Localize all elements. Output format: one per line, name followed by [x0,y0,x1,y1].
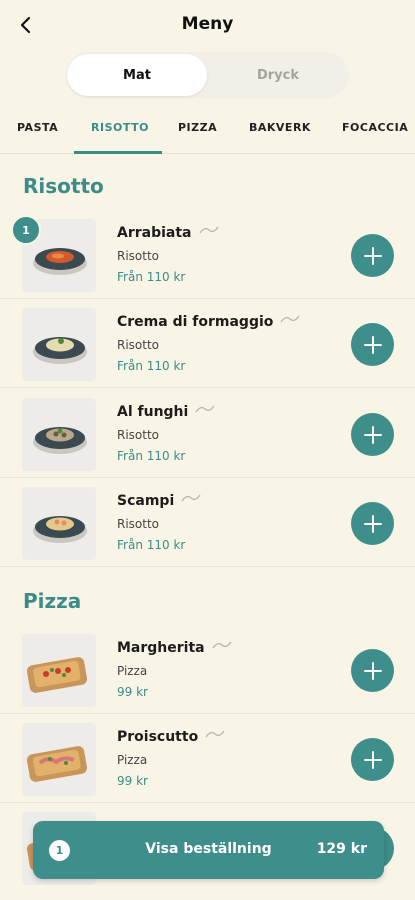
header: Meny [0,0,415,52]
name-row: Arrabiata [117,225,219,241]
item-price: Från 110 kr [117,270,186,284]
tab-pasta[interactable]: PASTA [17,121,58,134]
category-tabs: PASTA RISOTTO PIZZA BAKVERK FOCACCIA [0,112,415,154]
item-name: Crema di formaggio [117,314,274,330]
tab-focaccia[interactable]: FOCACCIA [342,121,408,134]
list-item[interactable]: Scampi Risotto Från 110 kr [0,479,415,567]
item-price: Från 110 kr [117,538,186,552]
vegan-icon [198,226,219,234]
plus-icon [363,335,382,354]
name-row: Crema di formaggio [117,314,300,330]
item-name: Arrabiata [117,225,192,241]
plus-icon [363,514,382,533]
list-item[interactable]: Crema di formaggio Risotto Från 110 kr [0,300,415,388]
list-item[interactable]: Al funghi Risotto Från 110 kr [0,390,415,478]
plus-icon [363,661,382,680]
section-title-risotto: Risotto [23,174,104,198]
vegan-icon [195,405,215,413]
view-order-button[interactable]: 1 Visa beställning 129 kr [33,821,384,879]
food-drink-toggle: Mat Dryck [66,52,349,98]
name-row: Proiscutto [117,729,225,745]
plus-icon [363,750,382,769]
item-name: Margherita [117,640,205,656]
active-tab-indicator [74,151,162,154]
dish-image [22,398,96,471]
item-name: Al funghi [117,404,189,420]
item-category: Risotto [117,249,160,263]
section-title-pizza: Pizza [23,589,82,613]
add-button[interactable] [351,234,394,277]
list-item[interactable]: Proiscutto Pizza 99 kr [0,715,415,803]
add-button[interactable] [351,738,394,781]
tab-risotto[interactable]: RISOTTO [91,121,149,134]
dish-image [22,308,96,381]
segment-mat[interactable]: Mat [67,54,207,96]
name-row: Scampi [117,493,201,509]
vegan-icon [181,494,201,502]
tab-bakverk[interactable]: BAKVERK [249,121,311,134]
dish-image [22,634,96,707]
name-row: Margherita [117,640,232,656]
item-price: Från 110 kr [117,449,186,463]
dish-image [22,487,96,560]
item-name: Proiscutto [117,729,199,745]
plus-icon [363,246,382,265]
list-item[interactable]: Margherita Pizza 99 kr [0,626,415,714]
item-category: Risotto [117,338,160,352]
item-category: Pizza [117,753,148,767]
item-category: Risotto [117,428,160,442]
add-button[interactable] [351,502,394,545]
segment-dryck[interactable]: Dryck [208,54,348,96]
quantity-badge: 1 [11,215,41,245]
item-category: Pizza [117,664,148,678]
item-price: Från 110 kr [117,359,186,373]
dish-image [22,723,96,796]
item-price: 99 kr [117,774,148,788]
item-name: Scampi [117,493,175,509]
list-item[interactable]: Arrabiata Risotto Från 110 kr [0,211,415,299]
order-total: 129 kr [316,841,367,857]
item-price: 99 kr [117,685,148,699]
item-category: Risotto [117,517,160,531]
page-title: Meny [181,14,234,34]
vegan-icon [205,730,225,738]
add-button[interactable] [351,323,394,366]
add-button[interactable] [351,649,394,692]
vegan-icon [280,315,300,323]
add-button[interactable] [351,413,394,456]
tab-pizza[interactable]: PIZZA [178,121,217,134]
plus-icon [363,425,382,444]
name-row: Al funghi [117,404,215,420]
vegan-icon [212,641,232,649]
